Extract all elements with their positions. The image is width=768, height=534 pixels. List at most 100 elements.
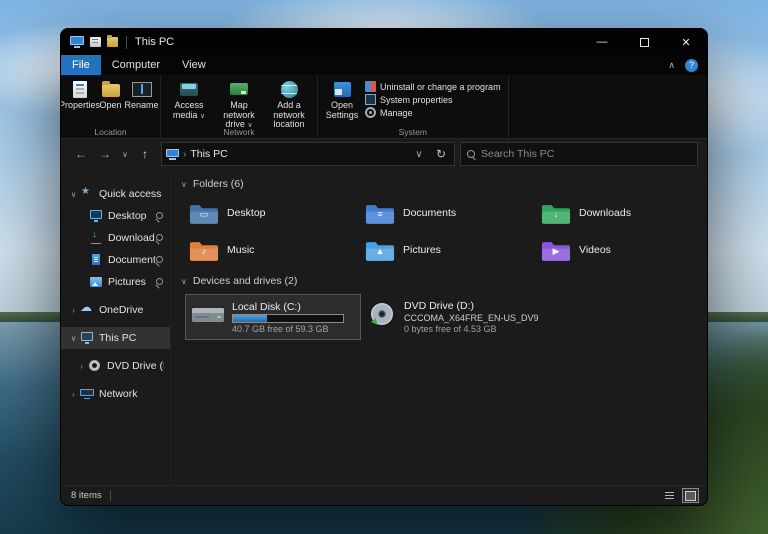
- qat-properties-icon[interactable]: [90, 37, 101, 47]
- local-disk-info: Local Disk (C:) 40.7 GB free of 59.3 GB: [232, 301, 344, 334]
- videos-emblem-icon: ▶: [541, 247, 571, 256]
- pin-icon: [155, 256, 164, 265]
- drive-tile-local-disk-c[interactable]: Local Disk (C:) 40.7 GB free of 59.3 GB: [185, 294, 361, 340]
- address-bar[interactable]: › This PC ∨ ↻: [161, 142, 455, 166]
- desktop-icon: [89, 210, 103, 222]
- sidebar-item-this-pc[interactable]: ∨ This PC: [61, 327, 170, 349]
- dvd-disc-icon: [367, 301, 397, 334]
- access-media-button[interactable]: Access media ∨: [164, 77, 214, 120]
- chevron-right-icon[interactable]: ›: [75, 362, 88, 371]
- rename-button[interactable]: Rename: [126, 77, 157, 111]
- details-view-button[interactable]: [661, 488, 678, 503]
- uninstall-label: Uninstall or change a program: [380, 82, 501, 92]
- properties-label: Properties: [60, 101, 100, 111]
- drives-header-label: Devices and drives (2): [193, 275, 297, 287]
- file-list-area: ∨ Folders (6) ▭ Desktop ≡ Documents: [171, 169, 707, 485]
- chevron-down-icon[interactable]: ∨: [181, 277, 187, 286]
- refresh-button[interactable]: ↻: [432, 144, 450, 164]
- properties-button[interactable]: Properties: [64, 77, 95, 111]
- system-properties-label: System properties: [380, 95, 453, 105]
- up-button[interactable]: ↑: [134, 143, 156, 165]
- network-icon: [80, 388, 94, 400]
- sidebar-item-pictures[interactable]: Pictures: [61, 271, 170, 293]
- documents-folder-icon: ≡: [365, 201, 395, 226]
- drives-grid: Local Disk (C:) 40.7 GB free of 59.3 GB …: [185, 294, 703, 340]
- properties-icon: [70, 79, 90, 99]
- folders-header-label: Folders (6): [193, 178, 244, 190]
- titlebar[interactable]: This PC — ✕: [61, 29, 707, 55]
- network-group-label: Network: [161, 127, 317, 137]
- capacity-bar: [232, 314, 344, 323]
- chevron-right-icon[interactable]: ›: [67, 390, 80, 399]
- uninstall-program-button[interactable]: Uninstall or change a program: [365, 81, 501, 92]
- pin-icon: [155, 234, 164, 243]
- add-network-location-label: Add a network location: [264, 101, 314, 130]
- folders-section-header[interactable]: ∨ Folders (6): [181, 173, 703, 195]
- pin-icon: [155, 278, 164, 287]
- breadcrumb-chevron-icon: ›: [183, 149, 186, 160]
- system-properties-button[interactable]: System properties: [365, 94, 501, 105]
- rename-label: Rename: [124, 101, 158, 111]
- system-properties-icon: [365, 94, 376, 105]
- folder-tile-downloads[interactable]: ↓ Downloads: [537, 197, 707, 229]
- sidebar-item-onedrive[interactable]: › OneDrive: [61, 299, 170, 321]
- onedrive-icon: [80, 304, 94, 316]
- open-settings-button[interactable]: Open Settings: [321, 77, 363, 120]
- pictures-folder-icon: ▲: [365, 238, 395, 263]
- pictures-emblem-icon: ▲: [365, 247, 395, 256]
- folder-tile-documents[interactable]: ≡ Documents: [361, 197, 537, 229]
- tab-view[interactable]: View: [171, 55, 217, 75]
- add-network-location-button[interactable]: Add a network location: [264, 77, 314, 130]
- sidebar-item-desktop[interactable]: Desktop: [61, 205, 170, 227]
- ribbon-group-network: Access media ∨ Map network drive ∨ Add a…: [161, 75, 318, 138]
- back-button[interactable]: ←: [70, 143, 92, 165]
- close-button[interactable]: ✕: [665, 29, 707, 55]
- map-network-drive-label: Map network drive ∨: [214, 101, 264, 130]
- folder-tile-desktop[interactable]: ▭ Desktop: [185, 197, 361, 229]
- maximize-button[interactable]: [623, 29, 665, 55]
- statusbar-separator: [110, 490, 111, 501]
- folder-tile-music[interactable]: ♪ Music: [185, 234, 361, 266]
- help-icon[interactable]: ?: [685, 59, 698, 72]
- open-settings-icon: [332, 79, 352, 99]
- search-input[interactable]: [481, 148, 691, 160]
- manage-gear-icon: [365, 107, 376, 118]
- folder-tile-videos[interactable]: ▶ Videos: [537, 234, 707, 266]
- sidebar-item-dvd-drive[interactable]: › DVD Drive (D:) CCCO: [61, 355, 170, 377]
- chevron-down-icon[interactable]: ∨: [67, 334, 80, 343]
- add-network-location-icon: [279, 79, 299, 99]
- downloads-folder-icon: ↓: [541, 201, 571, 226]
- uninstall-icon: [365, 81, 376, 92]
- large-icons-view-button[interactable]: [682, 488, 699, 503]
- manage-button[interactable]: Manage: [365, 107, 501, 118]
- breadcrumb[interactable]: This PC: [190, 148, 406, 160]
- search-icon: [467, 150, 476, 159]
- address-dropdown-button[interactable]: ∨: [410, 144, 428, 164]
- drives-section-header[interactable]: ∨ Devices and drives (2): [181, 270, 703, 292]
- forward-button[interactable]: →: [94, 143, 116, 165]
- chevron-down-icon[interactable]: ∨: [67, 190, 80, 199]
- recent-locations-button[interactable]: ∨: [118, 143, 132, 165]
- this-pc-window-icon: [70, 36, 84, 48]
- drive-tile-dvd-d[interactable]: DVD Drive (D:) CCCOMA_X64FRE_EN-US_DV9 0…: [361, 294, 537, 340]
- manage-label: Manage: [380, 108, 413, 118]
- sidebar-item-documents[interactable]: Documents: [61, 249, 170, 271]
- pin-icon: [155, 212, 164, 221]
- collapse-ribbon-icon[interactable]: ∧: [668, 60, 675, 71]
- minimize-button[interactable]: —: [581, 29, 623, 55]
- sidebar-item-downloads[interactable]: Downloads: [61, 227, 170, 249]
- folder-tile-pictures[interactable]: ▲ Pictures: [361, 234, 537, 266]
- documents-emblem-icon: ≡: [365, 210, 395, 219]
- ribbon: Properties Open Rename Location Access m…: [61, 75, 707, 139]
- tab-file[interactable]: File: [61, 55, 101, 75]
- chevron-right-icon[interactable]: ›: [67, 306, 80, 315]
- sidebar-item-quick-access[interactable]: ∨ Quick access: [61, 183, 170, 205]
- videos-folder-icon: ▶: [541, 238, 571, 263]
- open-button[interactable]: Open: [95, 77, 126, 111]
- tab-computer[interactable]: Computer: [101, 55, 171, 75]
- chevron-down-icon[interactable]: ∨: [181, 180, 187, 189]
- search-box[interactable]: [460, 142, 698, 166]
- sidebar-item-network[interactable]: › Network: [61, 383, 170, 405]
- map-network-drive-button[interactable]: Map network drive ∨: [214, 77, 264, 130]
- qat-new-folder-icon[interactable]: [107, 37, 118, 47]
